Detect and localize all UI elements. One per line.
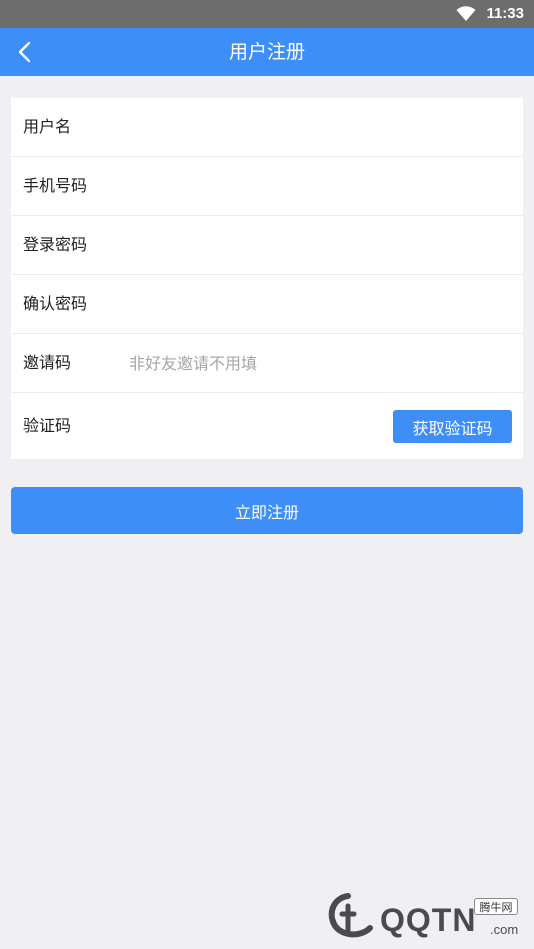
password-label: 登录密码 <box>23 235 88 254</box>
register-now-button[interactable]: 立即注册 <box>11 487 523 534</box>
username-input[interactable] <box>129 110 429 144</box>
status-time: 11:33 <box>486 5 524 22</box>
watermark-badge: 腾牛网 <box>474 898 518 915</box>
password-row: 登录密码 <box>11 216 523 275</box>
verify-code-row: 验证码 获取验证码 <box>11 393 523 459</box>
password-input[interactable] <box>129 228 429 262</box>
invite-code-row: 邀请码 <box>11 334 523 393</box>
watermark-swirl-icon <box>328 893 373 938</box>
confirm-password-row: 确认密码 <box>11 275 523 334</box>
status-bar: 11:33 <box>0 0 534 28</box>
username-row: 用户名 <box>11 98 523 157</box>
confirm-password-input[interactable] <box>129 287 429 321</box>
get-code-button[interactable]: 获取验证码 <box>393 410 512 443</box>
verify-code-input[interactable] <box>129 409 379 443</box>
invite-code-label: 邀请码 <box>23 353 72 372</box>
verify-code-label: 验证码 <box>23 416 72 435</box>
page-title: 用户注册 <box>228 41 305 63</box>
invite-code-input[interactable] <box>129 346 429 380</box>
watermark-text: QQTN <box>380 902 477 938</box>
app-bar: 用户注册 <box>0 28 534 76</box>
phone-row: 手机号码 <box>11 157 523 216</box>
registration-form: 用户名 手机号码 登录密码 确认密码 邀请码 验证码 获取验证码 <box>11 98 523 459</box>
username-label: 用户名 <box>23 117 72 136</box>
wifi-icon <box>456 6 476 26</box>
phone-label: 手机号码 <box>23 176 88 195</box>
confirm-password-label: 确认密码 <box>23 294 88 313</box>
phone-input[interactable] <box>129 169 429 203</box>
watermark-logo: QQTN 腾牛网 .com <box>320 888 530 946</box>
watermark-suffix: .com <box>490 922 519 937</box>
